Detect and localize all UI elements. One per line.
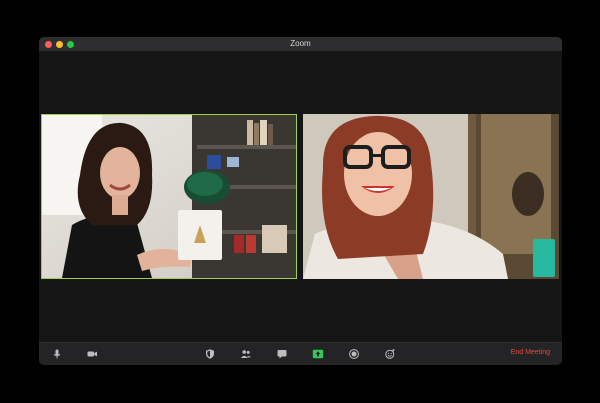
participant-video-frame-1	[42, 115, 296, 278]
window-title: Zoom	[290, 39, 311, 48]
title-bar: Zoom	[39, 37, 562, 52]
video-camera-icon[interactable]	[86, 348, 98, 360]
participant-video-tile-2[interactable]	[303, 114, 559, 279]
chat-icon[interactable]	[276, 348, 288, 360]
reactions-icon[interactable]	[384, 348, 396, 360]
meeting-toolbar: End Meeting	[39, 342, 562, 365]
participant-video-frame-2	[303, 114, 559, 279]
record-icon[interactable]	[348, 348, 360, 360]
security-shield-icon[interactable]	[204, 348, 216, 360]
participant-video-tile-1[interactable]	[41, 114, 297, 279]
participants-icon[interactable]	[240, 348, 252, 360]
microphone-icon[interactable]	[51, 348, 63, 360]
end-meeting-button[interactable]: End Meeting	[511, 349, 550, 356]
share-screen-icon[interactable]	[312, 348, 324, 360]
video-stage	[39, 52, 562, 342]
zoom-window: Zoom End Meeting	[39, 37, 562, 365]
